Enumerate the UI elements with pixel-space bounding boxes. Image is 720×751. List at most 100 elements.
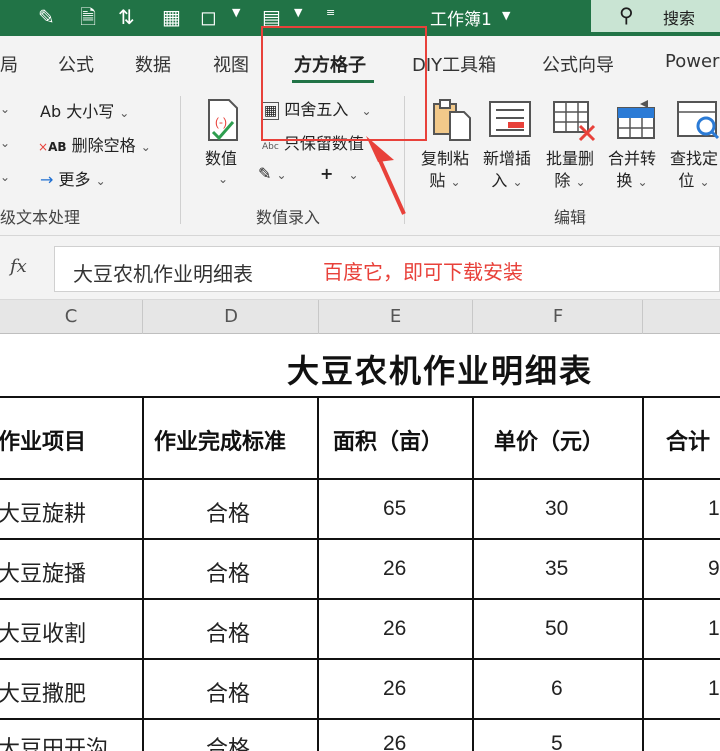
cell-price[interactable]: 5 (551, 732, 563, 751)
group-label-number: 数值录入 (256, 208, 321, 227)
copy-paste-label[interactable]: 复制粘 贴 ⌄ (421, 148, 469, 193)
cell-item[interactable]: 大豆田开沟 (0, 731, 108, 751)
cell-standard[interactable]: 合格 (206, 676, 250, 708)
more-button[interactable]: → 更多 ⌄ (40, 166, 106, 190)
cell-price[interactable]: 50 (545, 617, 568, 641)
more-label: 更多 (58, 170, 91, 189)
search-box[interactable]: ⚲ 搜索 (591, 0, 720, 32)
cell-price[interactable]: 30 (545, 497, 568, 521)
format-painter-icon[interactable]: ✎ (38, 4, 55, 30)
cell-total[interactable]: 1 (708, 677, 720, 701)
find-locate-text-2: 位 (678, 171, 695, 190)
find-locate-text-1: 查找定 (670, 149, 719, 168)
cell-item[interactable]: 大豆旋播 (0, 556, 86, 588)
chevron-down-icon: ⌄ (699, 175, 710, 189)
cell-area[interactable]: 26 (383, 557, 406, 581)
cell-standard[interactable]: 合格 (206, 556, 250, 588)
sort-az-icon[interactable]: ⇅ (118, 4, 135, 30)
cell-area[interactable]: 26 (383, 732, 406, 751)
chevron-down-icon[interactable]: ⌄ (0, 102, 10, 116)
cell-total[interactable]: 9 (708, 557, 720, 581)
shapes-icon[interactable]: ◻ (200, 4, 217, 30)
group-label-edit: 编辑 (554, 208, 587, 227)
worksheet[interactable]: 大豆农机作业明细表 作业项目 作业完成标准 面积（亩） 单价（元） 合计 大豆旋… (0, 334, 720, 751)
grid-line (317, 396, 319, 751)
grid-line (642, 396, 644, 751)
tab-formulas[interactable]: 公式 (58, 51, 94, 77)
find-locate-icon[interactable] (676, 98, 720, 140)
case-button[interactable]: Ab 大小写 ⌄ (40, 98, 129, 122)
find-locate-label[interactable]: 查找定 位 ⌄ (670, 148, 718, 193)
merge-convert-text-2: 换 (616, 171, 633, 190)
header-area[interactable]: 面积（亩） (333, 424, 443, 456)
cell-total[interactable]: 1 (708, 617, 720, 641)
edit-cell-button[interactable]: ✎ ⌄ (258, 164, 287, 183)
cell-standard[interactable]: 合格 (206, 731, 250, 751)
copy-paste-text-2: 贴 (429, 171, 446, 190)
cell-item[interactable]: 大豆旋耕 (0, 496, 86, 528)
header-item[interactable]: 作业项目 (0, 424, 86, 456)
chevron-down-icon[interactable]: ▼ (502, 9, 510, 22)
delete-space-label: 删除空格 (71, 136, 136, 155)
new-file-icon[interactable]: 🗎 (80, 4, 96, 30)
chevron-down-icon[interactable]: ⌄ (0, 136, 10, 150)
customize-toolbar-icon[interactable]: ≡ (326, 6, 335, 19)
add-insert-label[interactable]: 新增插 入 ⌄ (483, 148, 531, 193)
chevron-down-icon: ⌄ (512, 175, 523, 189)
chevron-down-icon[interactable]: ⌄ (0, 170, 10, 184)
chevron-down-icon[interactable]: ▼ (232, 6, 240, 19)
tab-formula-wizard[interactable]: 公式向导 (542, 51, 614, 77)
formula-bar: fx 大豆农机作业明细表 百度它，即可下载安装 (0, 236, 720, 300)
batch-delete-icon[interactable] (552, 98, 596, 142)
add-insert-icon[interactable] (488, 98, 531, 138)
chevron-down-icon: ⌄ (348, 168, 359, 182)
batch-delete-label[interactable]: 批量删 除 ⌄ (546, 148, 594, 193)
sheet-title[interactable]: 大豆农机作业明细表 (0, 346, 720, 392)
chevron-down-icon: ⌄ (140, 140, 151, 154)
column-header-c[interactable]: C (0, 306, 142, 327)
cell-item[interactable]: 大豆收割 (0, 616, 86, 648)
cell-standard[interactable]: 合格 (206, 616, 250, 648)
cell-price[interactable]: 35 (545, 557, 568, 581)
cell-price[interactable]: 6 (551, 677, 563, 701)
cell-item[interactable]: 大豆撒肥 (0, 676, 86, 708)
tab-layout[interactable]: 局 (0, 51, 18, 77)
header-price[interactable]: 单价（元） (494, 424, 604, 456)
svg-text:(-): (-) (215, 115, 227, 129)
merge-convert-icon[interactable] (614, 98, 655, 139)
group-label-text: 级文本处理 (0, 208, 81, 227)
column-divider[interactable] (642, 300, 643, 334)
grid-line (0, 478, 720, 480)
chart-icon[interactable]: ▦ (162, 4, 181, 30)
column-header-d[interactable]: D (143, 306, 319, 327)
copy-paste-text-1: 复制粘 (421, 149, 470, 168)
tab-power[interactable]: Power (665, 51, 719, 72)
add-button[interactable]: + ⌄ (320, 164, 359, 183)
grid-line (0, 718, 720, 720)
cell-area[interactable]: 65 (383, 497, 406, 521)
cell-total[interactable]: 1 (708, 497, 720, 521)
formula-input[interactable]: 大豆农机作业明细表 百度它，即可下载安装 (54, 246, 720, 292)
tab-view[interactable]: 视图 (213, 51, 249, 77)
fx-icon[interactable]: fx (10, 256, 27, 277)
number-label[interactable]: 数值 (205, 148, 237, 170)
cell-area[interactable]: 26 (383, 617, 406, 641)
chevron-down-icon[interactable]: ⌄ (218, 172, 228, 186)
batch-delete-text-1: 批量删 (546, 149, 595, 168)
merge-convert-label[interactable]: 合并转 换 ⌄ (608, 148, 656, 193)
tab-data[interactable]: 数据 (135, 51, 171, 77)
header-total[interactable]: 合计 (666, 424, 710, 456)
column-header-f[interactable]: F (473, 306, 643, 327)
chevron-down-icon: ⌄ (276, 168, 287, 182)
number-icon[interactable]: (-) (203, 98, 243, 141)
chevron-down-icon[interactable]: ▼ (294, 6, 302, 19)
copy-paste-icon[interactable] (432, 98, 472, 141)
delete-space-button[interactable]: ×AB 删除空格 ⌄ (38, 132, 151, 156)
add-insert-text-1: 新增插 (483, 149, 532, 168)
workbook-title: 工作簿1 (430, 10, 492, 30)
column-header-e[interactable]: E (319, 306, 472, 327)
header-standard[interactable]: 作业完成标准 (154, 424, 286, 456)
cell-standard[interactable]: 合格 (206, 496, 250, 528)
chevron-down-icon: ⌄ (119, 106, 130, 120)
cell-area[interactable]: 26 (383, 677, 406, 701)
